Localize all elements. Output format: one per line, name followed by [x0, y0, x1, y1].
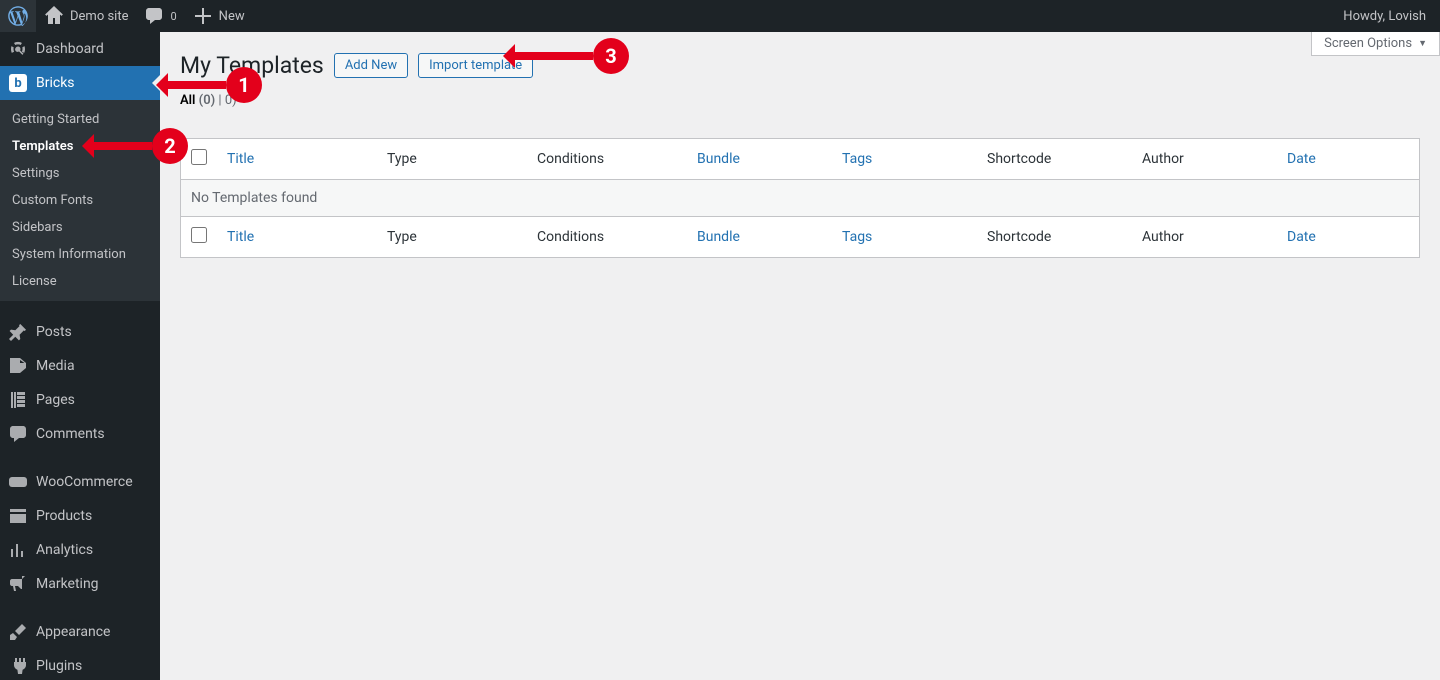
- chevron-down-icon: ▼: [1418, 38, 1427, 49]
- col-conditions: Conditions: [527, 217, 687, 258]
- new-content-link[interactable]: New: [185, 0, 253, 32]
- comment-icon: [8, 424, 28, 444]
- annotation-number: 2: [152, 128, 188, 164]
- col-author: Author: [1132, 139, 1277, 180]
- wp-logo-menu[interactable]: [0, 0, 36, 32]
- table-row-empty: No Templates found: [181, 180, 1420, 217]
- menu-label: Appearance: [36, 624, 110, 640]
- menu-pages[interactable]: Pages: [0, 383, 160, 417]
- woocommerce-icon: [8, 472, 28, 492]
- megaphone-icon: [8, 574, 28, 594]
- annotation-3: 3: [513, 38, 629, 74]
- submenu-settings[interactable]: Settings: [0, 160, 160, 187]
- menu-label: Comments: [36, 426, 105, 442]
- menu-label: Products: [36, 508, 92, 524]
- plus-icon: [193, 6, 213, 26]
- new-label: New: [219, 9, 245, 24]
- status-filter-links: All (0) | 0): [180, 93, 1420, 108]
- menu-label: Marketing: [36, 576, 99, 592]
- annotation-2: 2: [92, 128, 188, 164]
- bricks-icon: b: [8, 73, 28, 93]
- select-all-bottom[interactable]: [191, 227, 207, 243]
- plugins-icon: [8, 656, 28, 676]
- screen-options-label: Screen Options: [1324, 36, 1412, 51]
- annotation-1: 1: [166, 67, 262, 103]
- add-new-button[interactable]: Add New: [334, 53, 408, 78]
- analytics-icon: [8, 540, 28, 560]
- account-link[interactable]: Howdy, Lovish: [1335, 0, 1434, 32]
- annotation-number: 3: [593, 38, 629, 74]
- col-tags[interactable]: Tags: [832, 139, 977, 180]
- menu-appearance[interactable]: Appearance: [0, 615, 160, 649]
- dashboard-icon: [8, 39, 28, 59]
- col-conditions: Conditions: [527, 139, 687, 180]
- col-title[interactable]: Title: [217, 217, 377, 258]
- no-items-text: No Templates found: [181, 180, 1420, 217]
- menu-label: WooCommerce: [36, 474, 133, 490]
- col-shortcode: Shortcode: [977, 217, 1132, 258]
- menu-analytics[interactable]: Analytics: [0, 533, 160, 567]
- col-type: Type: [377, 139, 527, 180]
- col-title[interactable]: Title: [217, 139, 377, 180]
- menu-label: Dashboard: [36, 41, 104, 57]
- screen-options-tab[interactable]: Screen Options ▼: [1311, 32, 1440, 56]
- comments-icon: [144, 6, 164, 26]
- menu-label: Posts: [36, 324, 72, 340]
- menu-label: Bricks: [36, 75, 75, 91]
- wordpress-icon: [8, 6, 28, 26]
- menu-products[interactable]: Products: [0, 499, 160, 533]
- howdy-text: Howdy, Lovish: [1343, 9, 1426, 24]
- menu-dashboard[interactable]: Dashboard: [0, 32, 160, 66]
- col-date[interactable]: Date: [1277, 217, 1420, 258]
- col-author: Author: [1132, 217, 1277, 258]
- page-body: Screen Options ▼ My Templates Add New Im…: [160, 32, 1440, 680]
- menu-comments[interactable]: Comments: [0, 417, 160, 451]
- submenu-custom-fonts[interactable]: Custom Fonts: [0, 187, 160, 214]
- menu-media[interactable]: Media: [0, 349, 160, 383]
- menu-plugins[interactable]: Plugins: [0, 649, 160, 680]
- menu-posts[interactable]: Posts: [0, 315, 160, 349]
- col-tags[interactable]: Tags: [832, 217, 977, 258]
- col-shortcode: Shortcode: [977, 139, 1132, 180]
- menu-bricks[interactable]: b Bricks: [0, 66, 160, 100]
- menu-marketing[interactable]: Marketing: [0, 567, 160, 601]
- menu-label: Plugins: [36, 658, 82, 674]
- select-all-top[interactable]: [191, 149, 207, 165]
- admin-top-bar: Demo site 0 New Howdy, Lovish: [0, 0, 1440, 32]
- comments-link[interactable]: 0: [136, 0, 184, 32]
- templates-table: Title Type Conditions Bundle Tags Shortc…: [180, 138, 1420, 258]
- media-icon: [8, 356, 28, 376]
- comments-count: 0: [170, 10, 176, 23]
- brush-icon: [8, 622, 28, 642]
- menu-label: Pages: [36, 392, 75, 408]
- site-name: Demo site: [70, 9, 128, 24]
- submenu-license[interactable]: License: [0, 268, 160, 295]
- submenu-sidebars[interactable]: Sidebars: [0, 214, 160, 241]
- pin-icon: [8, 322, 28, 342]
- menu-woocommerce[interactable]: WooCommerce: [0, 465, 160, 499]
- home-icon: [44, 6, 64, 26]
- annotation-number: 1: [226, 67, 262, 103]
- submenu-system-information[interactable]: System Information: [0, 241, 160, 268]
- menu-label: Analytics: [36, 542, 93, 558]
- products-icon: [8, 506, 28, 526]
- col-type: Type: [377, 217, 527, 258]
- menu-label: Media: [36, 358, 75, 374]
- pages-icon: [8, 390, 28, 410]
- site-link[interactable]: Demo site: [36, 0, 136, 32]
- col-bundle[interactable]: Bundle: [687, 139, 832, 180]
- col-bundle[interactable]: Bundle: [687, 217, 832, 258]
- col-date[interactable]: Date: [1277, 139, 1420, 180]
